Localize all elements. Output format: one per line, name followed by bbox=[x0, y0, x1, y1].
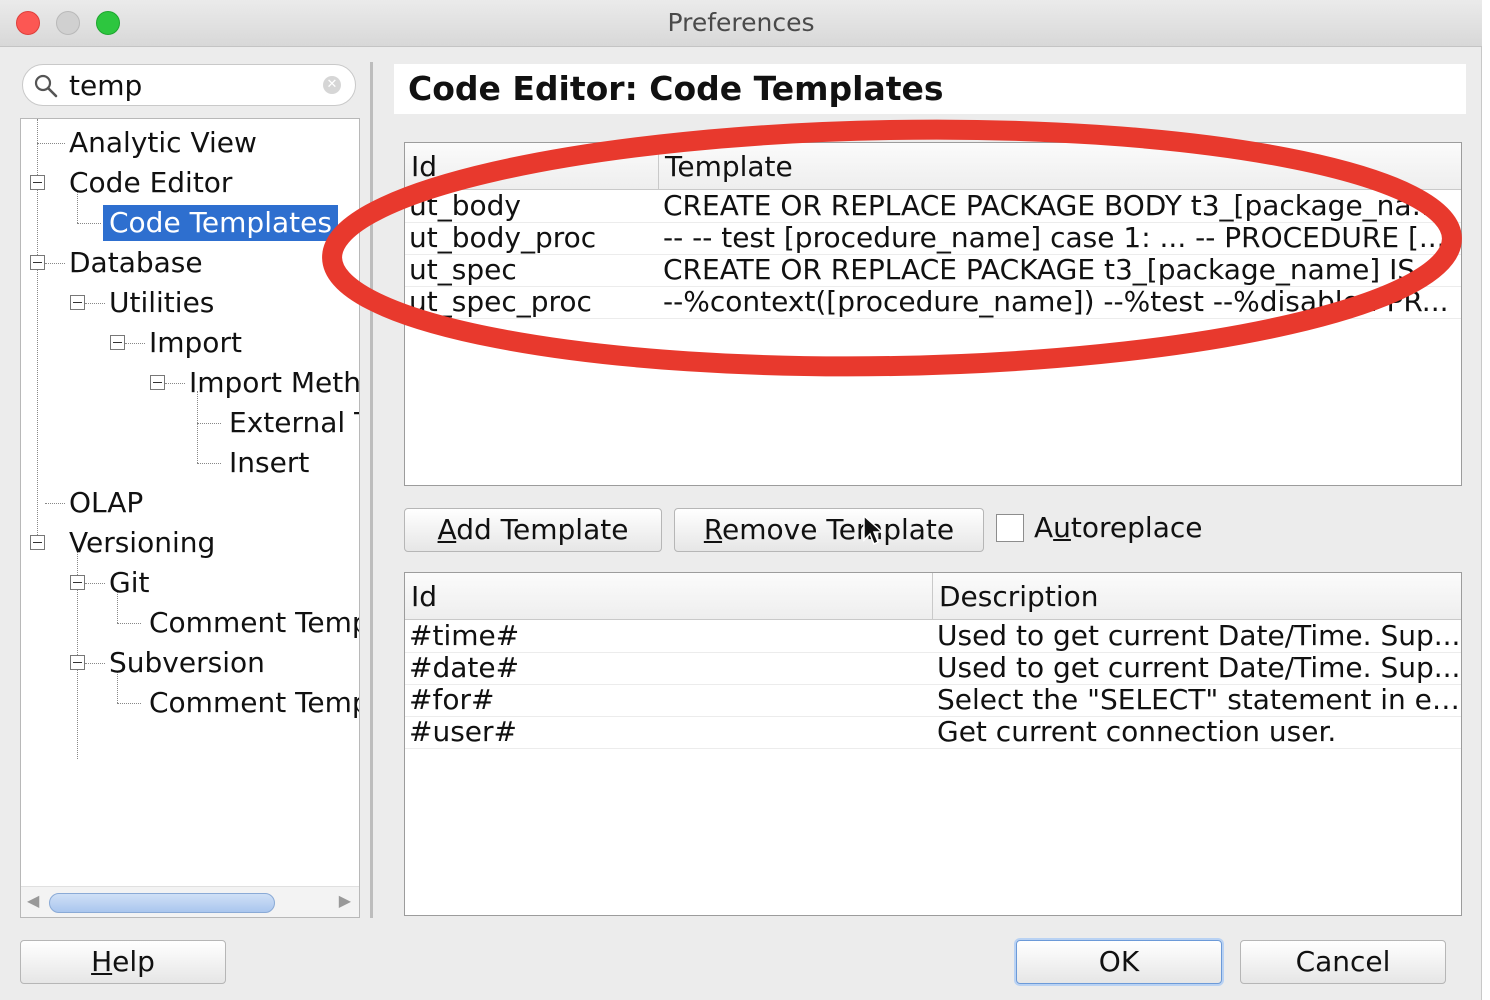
variable-id: #user# bbox=[409, 716, 517, 748]
template-text: -- -- test [procedure_name] case 1: ... … bbox=[663, 222, 1446, 254]
page-title: Code Editor: Code Templates bbox=[394, 64, 1466, 114]
column-header-description[interactable]: Description bbox=[933, 573, 1461, 619]
table-row[interactable]: ut_body CREATE OR REPLACE PACKAGE BODY t… bbox=[405, 190, 1461, 223]
autoreplace-label[interactable]: Autoreplace bbox=[1034, 510, 1202, 546]
autoreplace-label-rest: toreplace bbox=[1070, 511, 1203, 544]
variable-id: #date# bbox=[409, 652, 520, 684]
tree-item-versioning[interactable]: Versioning bbox=[69, 525, 215, 561]
window-title: Preferences bbox=[667, 8, 815, 37]
autoreplace-checkbox[interactable] bbox=[996, 514, 1024, 542]
collapse-database-icon[interactable] bbox=[30, 255, 45, 270]
autoreplace-label-prefix: A bbox=[1034, 511, 1054, 544]
collapse-versioning-icon[interactable] bbox=[30, 535, 45, 550]
table-row[interactable]: #for# Select the "SELECT" statement in e… bbox=[405, 684, 1461, 717]
tree-item-svn-comment-templates[interactable]: Comment Temp bbox=[149, 685, 359, 721]
collapse-import-method-icon[interactable] bbox=[150, 375, 165, 390]
scroll-right-icon[interactable]: ▶ bbox=[339, 891, 351, 910]
column-header-template[interactable]: Template bbox=[659, 143, 1461, 189]
variable-description: Used to get current Date/Time. Sup... bbox=[937, 620, 1461, 652]
variable-id: #for# bbox=[409, 684, 495, 716]
table-row[interactable]: #user# Get current connection user. bbox=[405, 716, 1461, 749]
collapse-git-icon[interactable] bbox=[70, 575, 85, 590]
tree-item-insert[interactable]: Insert bbox=[229, 445, 309, 481]
clear-search-icon[interactable]: ✕ bbox=[323, 76, 341, 94]
templates-table: Id Template ut_body CREATE OR REPLACE PA… bbox=[404, 142, 1462, 486]
template-id: ut_body_proc bbox=[409, 222, 597, 254]
mouse-cursor-icon bbox=[863, 514, 884, 546]
search-field[interactable]: ✕ bbox=[22, 64, 356, 106]
remove-template-mnemonic: R bbox=[703, 513, 723, 546]
table-row[interactable]: #time# Used to get current Date/Time. Su… bbox=[405, 620, 1461, 653]
tree-item-utilities[interactable]: Utilities bbox=[109, 285, 214, 321]
title-bar: Preferences bbox=[0, 0, 1482, 47]
variable-description: Get current connection user. bbox=[937, 716, 1337, 748]
variables-table: Id Description #time# Used to get curren… bbox=[404, 572, 1462, 916]
tree-item-database[interactable]: Database bbox=[69, 245, 203, 281]
preferences-tree: Analytic View Code Editor Code Templates… bbox=[20, 118, 360, 918]
template-id: ut_spec bbox=[409, 254, 517, 286]
template-id: ut_body bbox=[409, 190, 521, 222]
tree-item-import[interactable]: Import bbox=[149, 325, 242, 361]
preferences-window: Preferences ✕ bbox=[0, 0, 1482, 1000]
template-text: CREATE OR REPLACE PACKAGE BODY t3_[packa… bbox=[663, 190, 1459, 222]
scrollbar-thumb[interactable] bbox=[49, 893, 275, 913]
panel-splitter[interactable] bbox=[370, 62, 373, 918]
collapse-subversion-icon[interactable] bbox=[70, 655, 85, 670]
tree-item-code-templates[interactable]: Code Templates bbox=[103, 205, 338, 241]
tree-item-import-method[interactable]: Import Meth bbox=[189, 365, 359, 401]
search-icon bbox=[34, 74, 58, 98]
table-row[interactable]: ut_spec_proc --%context([procedure_name]… bbox=[405, 286, 1461, 319]
table-row[interactable]: #date# Used to get current Date/Time. Su… bbox=[405, 652, 1461, 685]
help-label: elp bbox=[112, 945, 155, 978]
add-template-label: dd Template bbox=[456, 513, 629, 546]
template-text: CREATE OR REPLACE PACKAGE t3_[package_na… bbox=[663, 254, 1416, 286]
help-mnemonic: H bbox=[91, 945, 113, 978]
tree-item-git-comment-templates[interactable]: Comment Temp bbox=[149, 605, 359, 641]
ok-button[interactable]: OK bbox=[1016, 940, 1222, 984]
template-id: ut_spec_proc bbox=[409, 286, 592, 318]
search-input[interactable] bbox=[69, 69, 319, 101]
scroll-left-icon[interactable]: ◀ bbox=[27, 891, 39, 910]
variable-description: Used to get current Date/Time. Sup... bbox=[937, 652, 1461, 684]
tree-horizontal-scrollbar[interactable]: ◀ ▶ bbox=[21, 886, 359, 917]
template-text: --%context([procedure_name]) --%test --%… bbox=[663, 286, 1449, 318]
autoreplace-mnemonic: u bbox=[1053, 511, 1071, 544]
tree-item-subversion[interactable]: Subversion bbox=[109, 645, 265, 681]
tree-item-external[interactable]: External T bbox=[229, 405, 359, 441]
column-header-id[interactable]: Id bbox=[405, 143, 659, 189]
table-row[interactable]: ut_spec CREATE OR REPLACE PACKAGE t3_[pa… bbox=[405, 254, 1461, 287]
add-template-button[interactable]: Add Template bbox=[404, 508, 662, 552]
add-template-mnemonic: A bbox=[437, 513, 457, 546]
table-row[interactable]: ut_body_proc -- -- test [procedure_name]… bbox=[405, 222, 1461, 255]
tree-item-analytic-view[interactable]: Analytic View bbox=[69, 125, 257, 161]
variable-description: Select the "SELECT" statement in edi... bbox=[937, 684, 1461, 716]
tree-item-git[interactable]: Git bbox=[109, 565, 149, 601]
remove-template-label: emove Template bbox=[722, 513, 955, 546]
variable-id: #time# bbox=[409, 620, 520, 652]
tree-item-code-editor[interactable]: Code Editor bbox=[69, 165, 232, 201]
templates-table-header: Id Template bbox=[405, 143, 1461, 190]
collapse-import-icon[interactable] bbox=[110, 335, 125, 350]
variables-table-header: Id Description bbox=[405, 573, 1461, 620]
collapse-code-editor-icon[interactable] bbox=[30, 175, 45, 190]
cancel-button[interactable]: Cancel bbox=[1240, 940, 1446, 984]
help-button[interactable]: Help bbox=[20, 940, 226, 984]
tree-item-olap[interactable]: OLAP bbox=[69, 485, 143, 521]
column-header-id[interactable]: Id bbox=[405, 573, 933, 619]
remove-template-button[interactable]: Remove Template bbox=[674, 508, 984, 552]
collapse-utilities-icon[interactable] bbox=[70, 295, 85, 310]
